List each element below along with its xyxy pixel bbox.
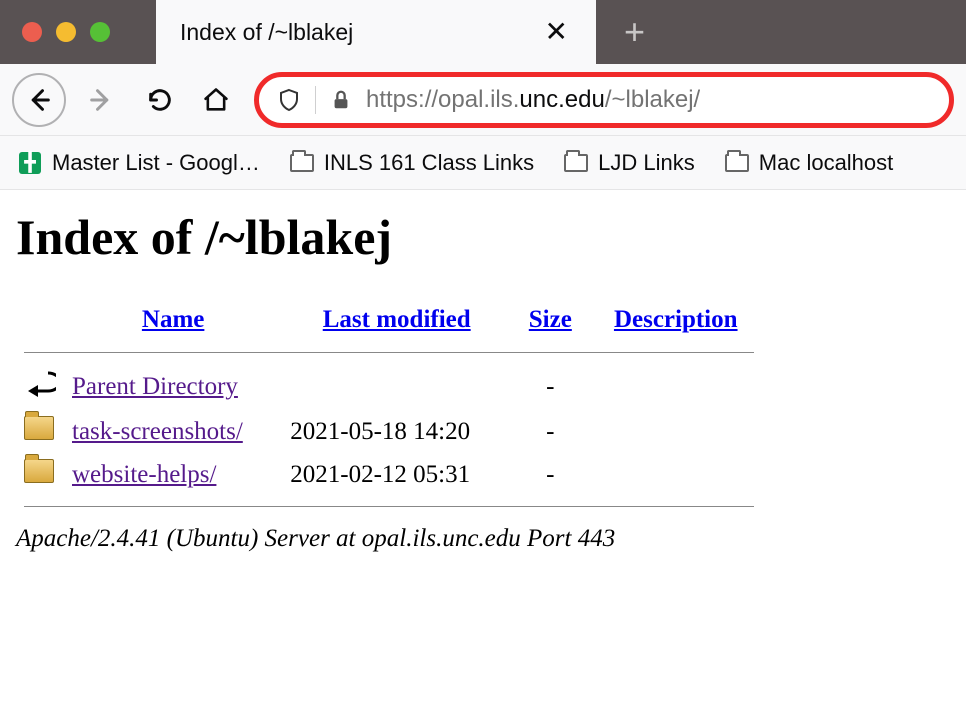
navigation-toolbar: https://opal.ils.unc.edu/~lblakej/ <box>0 64 966 136</box>
close-window-button[interactable] <box>22 22 42 42</box>
divider <box>24 506 754 507</box>
column-size[interactable]: Size <box>529 306 572 333</box>
window-controls <box>0 22 156 42</box>
page-heading: Index of /~lblakej <box>16 208 950 266</box>
size-cell: - <box>511 410 589 453</box>
bookmark-label: LJD Links <box>598 150 695 176</box>
back-button[interactable] <box>12 73 66 127</box>
column-description[interactable]: Description <box>614 306 738 333</box>
reload-button[interactable] <box>136 76 184 124</box>
new-tab-button[interactable]: + <box>596 14 673 50</box>
directory-link[interactable]: website-helps/ <box>72 461 216 488</box>
page-content: Index of /~lblakej Name Last modified Si… <box>0 190 966 571</box>
folder-icon <box>725 151 749 175</box>
bookmark-master-list[interactable]: ╋ Master List - Googl… <box>18 150 260 176</box>
bookmark-label: Master List - Googl… <box>52 150 260 176</box>
divider <box>24 352 754 353</box>
bookmark-label: INLS 161 Class Links <box>324 150 534 176</box>
column-name[interactable]: Name <box>142 306 204 333</box>
home-icon <box>202 86 230 114</box>
table-row: task-screenshots/ 2021-05-18 14:20 - <box>16 410 762 453</box>
bookmark-label: Mac localhost <box>759 150 894 176</box>
bookmark-mac-localhost[interactable]: Mac localhost <box>725 150 894 176</box>
minimize-window-button[interactable] <box>56 22 76 42</box>
close-tab-icon[interactable]: ✕ <box>541 14 572 50</box>
browser-tab[interactable]: Index of /~lblakej ✕ <box>156 0 596 64</box>
parent-directory-link[interactable]: Parent Directory <box>72 373 238 400</box>
bookmarks-bar: ╋ Master List - Googl… INLS 161 Class Li… <box>0 136 966 190</box>
server-footer: Apache/2.4.41 (Ubuntu) Server at opal.il… <box>16 525 950 553</box>
address-bar[interactable]: https://opal.ils.unc.edu/~lblakej/ <box>254 72 954 128</box>
folder-icon <box>290 151 314 175</box>
sheets-icon: ╋ <box>18 151 42 175</box>
table-row: Parent Directory - <box>16 363 762 410</box>
titlebar: Index of /~lblakej ✕ + <box>0 0 966 64</box>
divider <box>315 86 316 114</box>
url-text: https://opal.ils.unc.edu/~lblakej/ <box>366 86 700 114</box>
arrow-left-icon <box>25 86 53 114</box>
forward-button[interactable] <box>74 73 128 127</box>
reload-icon <box>146 86 174 114</box>
folder-icon <box>24 459 54 483</box>
lock-icon <box>330 89 352 111</box>
size-cell: - <box>511 453 589 496</box>
bookmark-inls-161[interactable]: INLS 161 Class Links <box>290 150 534 176</box>
last-modified-cell: 2021-02-12 05:31 <box>282 453 511 496</box>
maximize-window-button[interactable] <box>90 22 110 42</box>
column-last-modified[interactable]: Last modified <box>323 306 471 333</box>
directory-link[interactable]: task-screenshots/ <box>72 418 243 445</box>
bookmark-ljd-links[interactable]: LJD Links <box>564 150 695 176</box>
tab-title: Index of /~lblakej <box>180 19 353 46</box>
folder-icon <box>24 416 54 440</box>
arrow-right-icon <box>87 86 115 114</box>
folder-icon <box>564 151 588 175</box>
size-cell: - <box>511 363 589 410</box>
back-arrow-icon <box>24 369 56 397</box>
table-header-row: Name Last modified Size Description <box>16 298 762 342</box>
directory-listing-table: Name Last modified Size Description Pare… <box>16 298 762 517</box>
home-button[interactable] <box>192 76 240 124</box>
last-modified-cell: 2021-05-18 14:20 <box>282 410 511 453</box>
shield-icon <box>277 88 301 112</box>
table-row: website-helps/ 2021-02-12 05:31 - <box>16 453 762 496</box>
